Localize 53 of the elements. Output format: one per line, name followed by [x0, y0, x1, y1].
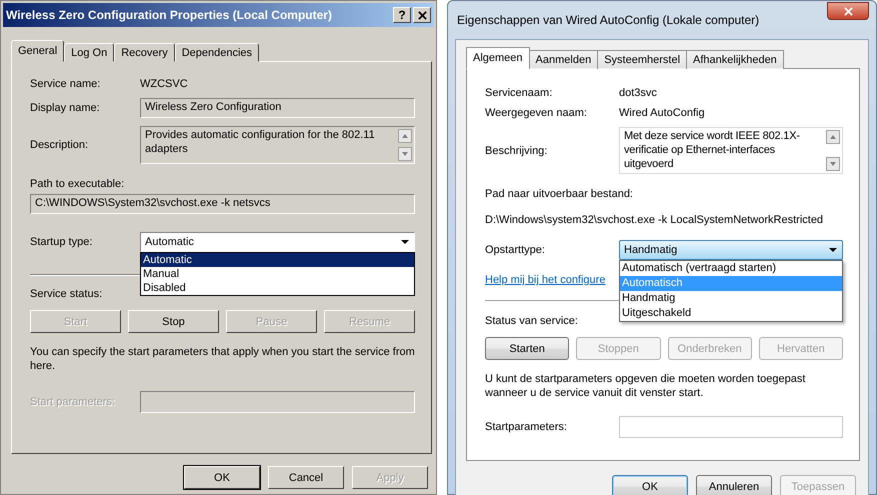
help-link[interactable]: Help mij bij het configure: [485, 274, 606, 286]
field-label: Pad naar uitvoerbaar bestand:: [485, 188, 634, 200]
field-label: Startup type:: [30, 236, 94, 248]
tab[interactable]: Systeemherstel: [597, 50, 688, 69]
help-button[interactable]: ?: [393, 7, 411, 23]
path-value: D:\Windows\system32\svchost.exe -k LocalSystemNetworkRestricted: [485, 214, 824, 226]
service-button[interactable]: Starten: [485, 337, 570, 360]
window-title: Wireless Zero Configuration Properties (Local Computer): [6, 8, 333, 22]
dropdown-option[interactable]: Automatic: [141, 253, 414, 267]
window-title: Eigenschappen van Wired AutoConfig (Lokale computer): [456, 13, 760, 27]
tab[interactable]: Aanmelden: [528, 50, 598, 69]
field-label: Service status:: [30, 288, 104, 300]
field-label: Display name:: [30, 102, 101, 114]
scroll-up-icon[interactable]: [398, 129, 412, 143]
tab[interactable]: Log On: [64, 43, 114, 62]
hint-text: U kunt de startparameters opgeven die moeten worden toegepast wanneer u de service vanuit dit venster start.: [485, 372, 806, 400]
field-label: Opstarttype:: [485, 244, 546, 256]
field-label: Service name:: [30, 78, 102, 90]
tab[interactable]: Algemeen: [466, 47, 530, 69]
close-button[interactable]: [827, 2, 869, 20]
display-name-value: Wired AutoConfig: [619, 107, 705, 119]
service-button[interactable]: Stop: [128, 310, 219, 333]
start-parameters-field[interactable]: [619, 416, 843, 438]
hint-text: You can specify the start parameters that apply when you start the service from here.: [30, 345, 415, 373]
dialog-button[interactable]: OK: [184, 466, 260, 489]
field-label: Beschrijving:: [485, 144, 548, 156]
tab[interactable]: Afhankelijkheden: [686, 50, 784, 69]
field-label: Startparameters:: [485, 421, 568, 433]
field-label: Path to executable:: [30, 178, 126, 190]
scroll-down-icon[interactable]: [826, 157, 840, 171]
dropdown-option[interactable]: Uitgeschakeld: [620, 306, 842, 321]
dialog-button[interactable]: OK: [612, 475, 688, 495]
description-field[interactable]: Met deze service wordt IEEE 802.1X-verificatie op Ethernet-interfaces uitgevoerd: [619, 127, 843, 174]
service-name-value: dot3svc: [619, 87, 657, 99]
tab[interactable]: Recovery: [114, 43, 175, 62]
scroll-up-icon[interactable]: [826, 130, 840, 144]
tab[interactable]: Dependencies: [174, 43, 260, 62]
dialog-button[interactable]: Annuleren: [696, 475, 772, 495]
service-name-value: WZCSVC: [140, 78, 188, 90]
dropdown-option[interactable]: Automatisch (vertraagd starten): [620, 261, 842, 276]
dropdown-option[interactable]: Handmatig: [620, 291, 842, 306]
field-label: Servicenaam:: [485, 87, 554, 99]
path-field[interactable]: C:\WINDOWS\System32\svchost.exe -k netsvcs: [30, 194, 415, 214]
field-label: Description:: [30, 139, 90, 151]
field-label: Status van service:: [485, 315, 579, 327]
display-name-field[interactable]: Wireless Zero Configuration: [140, 98, 415, 118]
description-field[interactable]: Provides automatic configuration for the 802.11 adapters: [140, 126, 415, 164]
close-icon: [844, 6, 852, 16]
field-label: Weergegeven naam:: [485, 107, 588, 119]
scroll-down-icon[interactable]: [398, 147, 412, 161]
tab[interactable]: General: [11, 40, 64, 62]
close-icon: [418, 10, 426, 20]
dialog-button[interactable]: Cancel: [268, 466, 344, 489]
